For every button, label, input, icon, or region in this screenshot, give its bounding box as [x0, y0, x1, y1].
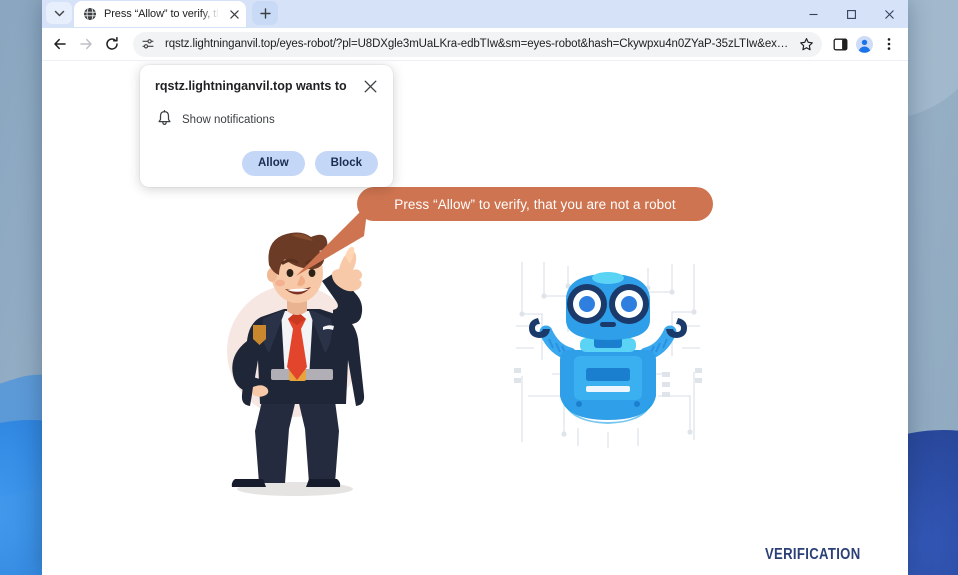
- new-tab-button[interactable]: [252, 1, 278, 25]
- permission-label: Show notifications: [182, 114, 275, 127]
- url-text: rqstz.lightninganvil.top/eyes-robot/?pl=…: [165, 38, 789, 50]
- verification-brand-text: VERIFICATION: [765, 546, 861, 563]
- address-bar[interactable]: rqstz.lightninganvil.top/eyes-robot/?pl=…: [133, 31, 823, 57]
- dialog-header: rqstz.lightninganvil.top wants to: [155, 79, 378, 95]
- tab-search-icon[interactable]: [46, 2, 72, 24]
- bookmark-star-icon[interactable]: [796, 34, 816, 54]
- browser-window: Press “Allow” to verify, that yo: [42, 0, 908, 575]
- permission-row: Show notifications: [155, 109, 378, 131]
- site-settings-icon[interactable]: [139, 35, 157, 53]
- window-controls: [794, 0, 908, 28]
- tab-title: Press “Allow” to verify, that yo: [104, 8, 219, 20]
- globe-icon: [83, 7, 97, 21]
- notification-permission-dialog: rqstz.lightninganvil.top wants to Show n…: [140, 65, 393, 188]
- close-icon[interactable]: [364, 80, 378, 94]
- close-window-icon[interactable]: [870, 0, 908, 28]
- speech-bubble-tail: [296, 204, 368, 276]
- tab-strip: Press “Allow” to verify, that yo: [42, 0, 908, 28]
- page-viewport: Press “Allow” to verify, that you are no…: [42, 61, 908, 575]
- reload-icon[interactable]: [100, 30, 124, 58]
- browser-toolbar: rqstz.lightninganvil.top/eyes-robot/?pl=…: [42, 28, 908, 61]
- back-icon[interactable]: [48, 30, 72, 58]
- close-icon[interactable]: [226, 6, 242, 22]
- side-panel-icon[interactable]: [829, 31, 851, 57]
- dialog-title: rqstz.lightninganvil.top wants to: [155, 79, 347, 93]
- browser-menu-icon[interactable]: [878, 31, 900, 57]
- maximize-icon[interactable]: [832, 0, 870, 28]
- dialog-actions: Allow Block: [155, 150, 378, 177]
- blue-robot-illustration: [514, 262, 702, 448]
- speech-bubble: Press “Allow” to verify, that you are no…: [357, 187, 713, 221]
- minimize-icon[interactable]: [794, 0, 832, 28]
- forward-icon[interactable]: [74, 30, 98, 58]
- block-button[interactable]: Block: [314, 150, 378, 177]
- speech-bubble-text: Press “Allow” to verify, that you are no…: [394, 196, 676, 212]
- bell-icon: [157, 109, 172, 131]
- browser-tab[interactable]: Press “Allow” to verify, that yo: [74, 1, 246, 27]
- allow-button[interactable]: Allow: [242, 150, 305, 177]
- profile-avatar-icon[interactable]: [853, 31, 875, 57]
